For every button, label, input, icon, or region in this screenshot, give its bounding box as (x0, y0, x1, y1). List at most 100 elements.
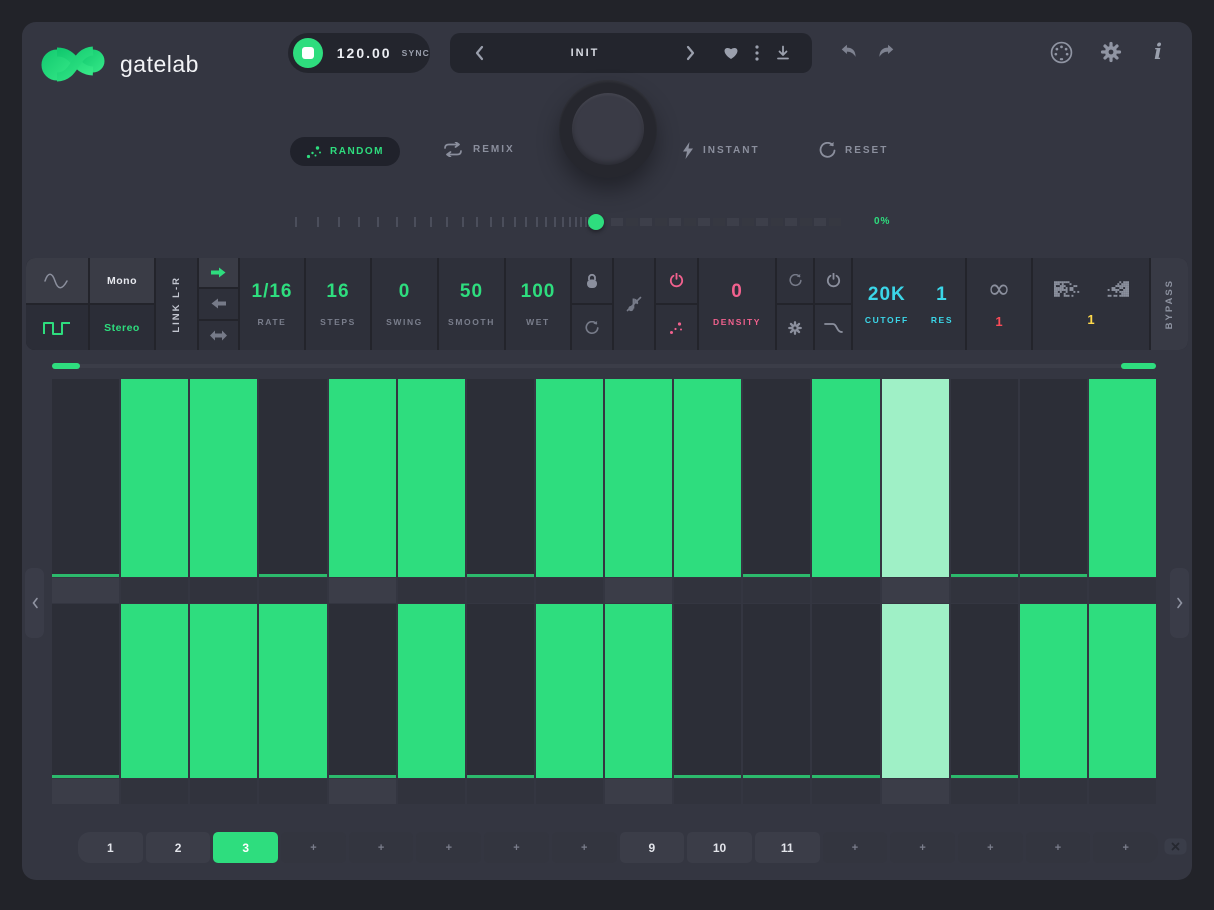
seq-row-1-footer-12[interactable] (812, 578, 879, 603)
seq-row-2-step-12[interactable] (812, 604, 879, 778)
seq-row-1-step-15[interactable] (1020, 379, 1087, 577)
favorite-button[interactable] (718, 40, 744, 66)
info-button[interactable]: i (1154, 39, 1162, 64)
seq-row-1-footer-2[interactable] (121, 578, 188, 603)
seq-row-1-footer-15[interactable] (1020, 578, 1087, 603)
mute-note-button[interactable] (614, 258, 654, 350)
seq-row-1-step-2[interactable] (121, 379, 188, 577)
pattern-slot-4[interactable]: + (281, 832, 346, 863)
redo-button[interactable] (878, 43, 897, 58)
preset-name[interactable]: INIT (492, 47, 678, 59)
seq-row-2-footer-13[interactable] (882, 779, 949, 804)
seq-row-1-step-4[interactable] (259, 379, 326, 577)
seq-row-2-footer-5[interactable] (329, 779, 396, 804)
pattern-slot-14[interactable]: + (958, 832, 1023, 863)
square-wave-button[interactable] (26, 305, 88, 350)
undo-button[interactable] (838, 43, 857, 58)
density-random-button[interactable] (656, 305, 697, 350)
seq-row-2-step-3[interactable] (190, 604, 257, 778)
filter-power-button[interactable] (815, 258, 851, 303)
seq-row-1-step-1[interactable] (52, 379, 119, 577)
seq-row-2-footer-12[interactable] (812, 779, 879, 804)
regenerate-button[interactable] (572, 305, 612, 350)
loop-count-control[interactable]: ∞ 1 (967, 258, 1031, 350)
seq-row-1-footer-4[interactable] (259, 578, 326, 603)
seq-row-1-footer-14[interactable] (951, 578, 1018, 603)
seq-row-1-footer-7[interactable] (467, 578, 534, 603)
instant-button[interactable]: INSTANT (682, 142, 760, 159)
seq-row-2-step-15[interactable] (1020, 604, 1087, 778)
rate-control[interactable]: 1/16 RATE (240, 258, 304, 350)
seq-row-1-step-6[interactable] (398, 379, 465, 577)
midi-button[interactable] (1050, 41, 1073, 64)
settings-button[interactable] (1100, 41, 1122, 63)
seq-row-1-footer-1[interactable] (52, 578, 119, 603)
preset-menu-button[interactable] (744, 40, 770, 66)
seq-row-2-footer-3[interactable] (190, 779, 257, 804)
pattern-slot-11[interactable]: 11 (755, 832, 820, 863)
cutoff-control[interactable]: 20K CUTOFF (865, 284, 909, 325)
seq-row-2-step-2[interactable] (121, 604, 188, 778)
density-power-button[interactable] (656, 258, 697, 303)
stereo-button[interactable]: Stereo (90, 305, 154, 350)
seq-row-1-step-7[interactable] (467, 379, 534, 577)
seq-row-2-step-10[interactable] (674, 604, 741, 778)
seq-row-2-step-6[interactable] (398, 604, 465, 778)
direction-pingpong-button[interactable] (199, 321, 238, 350)
seq-row-2-step-8[interactable] (536, 604, 603, 778)
seq-row-2-step-14[interactable] (951, 604, 1018, 778)
seq-row-1-step-9[interactable] (605, 379, 672, 577)
reset-button[interactable]: RESET (819, 142, 888, 159)
scroll-right-tab[interactable] (1170, 568, 1189, 638)
wet-control[interactable]: 100 WET (506, 258, 570, 350)
bypass-toggle[interactable]: BYPASS (1151, 258, 1188, 350)
seq-row-2-footer-14[interactable] (951, 779, 1018, 804)
seq-row-2-footer-16[interactable] (1089, 779, 1156, 804)
stop-button[interactable] (293, 38, 323, 68)
scroll-left-tab[interactable] (25, 568, 44, 638)
seq-row-1-step-14[interactable] (951, 379, 1018, 577)
preset-prev-button[interactable] (466, 40, 492, 66)
pattern-slot-15[interactable]: + (1026, 832, 1091, 863)
sine-wave-button[interactable] (26, 258, 88, 303)
filter-regen-button[interactable] (777, 258, 813, 303)
seq-row-1-step-12[interactable] (812, 379, 879, 577)
mono-button[interactable]: Mono (90, 258, 154, 303)
seq-row-2-step-11[interactable] (743, 604, 810, 778)
pattern-slot-1[interactable]: 1 (78, 832, 143, 863)
seq-row-1-step-8[interactable] (536, 379, 603, 577)
seq-row-2-footer-2[interactable] (121, 779, 188, 804)
remix-button[interactable]: REMIX (442, 142, 515, 157)
bpm-display[interactable]: 120.00 (337, 45, 392, 61)
filter-curve-button[interactable] (815, 305, 851, 350)
pattern-slot-7[interactable]: + (484, 832, 549, 863)
seq-row-1-step-5[interactable] (329, 379, 396, 577)
density-control[interactable]: 0 DENSITY (699, 258, 775, 350)
steps-control[interactable]: 16 STEPS (306, 258, 370, 350)
pattern-slot-13[interactable]: + (890, 832, 955, 863)
seq-row-1-step-3[interactable] (190, 379, 257, 577)
seq-row-2-step-1[interactable] (52, 604, 119, 778)
seq-row-1-step-10[interactable] (674, 379, 741, 577)
seq-row-1-footer-11[interactable] (743, 578, 810, 603)
seq-row-1-footer-3[interactable] (190, 578, 257, 603)
seq-row-2-step-9[interactable] (605, 604, 672, 778)
seq-row-2-footer-6[interactable] (398, 779, 465, 804)
direction-forward-button[interactable] (199, 258, 238, 287)
slot-delete-button[interactable] (1164, 838, 1187, 855)
preset-save-button[interactable] (770, 40, 796, 66)
seq-row-2-step-7[interactable] (467, 604, 534, 778)
slider-handle[interactable] (588, 214, 604, 230)
seq-row-2-footer-9[interactable] (605, 779, 672, 804)
seq-row-1-footer-16[interactable] (1089, 578, 1156, 603)
pattern-slot-9[interactable]: 9 (620, 832, 685, 863)
seq-row-1-step-11[interactable] (743, 379, 810, 577)
seq-row-2-footer-1[interactable] (52, 779, 119, 804)
pattern-slot-2[interactable]: 2 (146, 832, 211, 863)
seq-row-2-footer-8[interactable] (536, 779, 603, 804)
link-lr-toggle[interactable]: LINK L-R (156, 258, 197, 350)
seq-row-2-step-4[interactable] (259, 604, 326, 778)
direction-backward-button[interactable] (199, 289, 238, 318)
seq-row-1-footer-5[interactable] (329, 578, 396, 603)
sync-label[interactable]: SYNC (402, 48, 430, 58)
